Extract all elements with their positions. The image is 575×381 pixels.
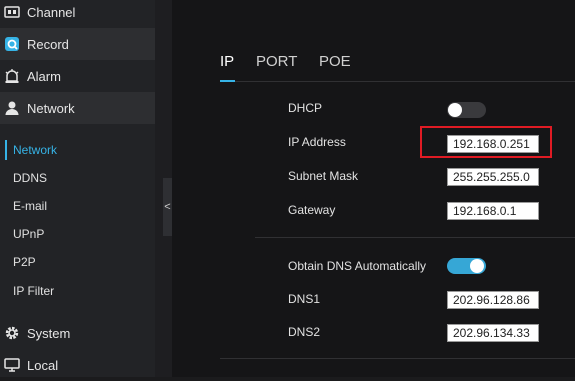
submenu-item-ip-filter[interactable]: IP Filter (0, 278, 155, 304)
sidebar: Channel Record Alarm Network Network DDN… (0, 0, 155, 377)
menu-label-local: Local (27, 357, 59, 373)
menu-label-record: Record (27, 36, 69, 52)
menu-item-alarm[interactable]: Alarm (0, 60, 155, 92)
chevron-left-icon: < (164, 201, 171, 213)
menu-label-channel: Channel (27, 4, 76, 20)
collapse-sidebar-button[interactable]: < (163, 178, 172, 236)
menu-item-system[interactable]: System (0, 317, 155, 349)
tab-poe[interactable]: POE (319, 53, 351, 70)
submenu-item-p2p[interactable]: P2P (0, 249, 155, 275)
menu-item-network[interactable]: Network (0, 92, 155, 124)
obtain-dns-label: Obtain DNS Automatically (288, 259, 427, 273)
dns1-field[interactable]: 202.96.128.86 (447, 291, 539, 309)
dhcp-toggle[interactable] (447, 102, 486, 118)
record-icon (4, 36, 20, 52)
submenu-item-upnp[interactable]: UPnP (0, 221, 155, 247)
alarm-icon (4, 68, 20, 84)
channel-icon (4, 4, 20, 20)
gateway-label: Gateway (288, 203, 336, 217)
ip-address-label: IP Address (288, 135, 346, 149)
submenu-item-network[interactable]: Network (0, 137, 155, 163)
dhcp-label: DHCP (288, 101, 323, 115)
obtain-dns-toggle[interactable] (447, 258, 486, 274)
menu-label-network: Network (27, 100, 75, 116)
toggle-knob (448, 103, 462, 117)
dns1-label: DNS1 (288, 292, 321, 306)
dns2-label: DNS2 (288, 325, 321, 339)
tab-port[interactable]: PORT (256, 53, 297, 70)
section-divider (220, 358, 575, 359)
subnet-mask-field[interactable]: 255.255.255.0 (447, 168, 539, 186)
menu-item-channel[interactable]: Channel (0, 0, 155, 28)
menu-label-alarm: Alarm (27, 68, 61, 84)
submenu-item-ddns[interactable]: DDNS (0, 165, 155, 191)
highlight-box (420, 126, 552, 158)
gateway-field[interactable]: 192.168.0.1 (447, 202, 539, 220)
tabs-divider (220, 81, 575, 82)
menu-label-system: System (27, 325, 71, 341)
active-tab-indicator (220, 80, 235, 82)
monitor-icon (4, 357, 20, 373)
network-icon (4, 100, 20, 116)
menu-item-local[interactable]: Local (0, 349, 155, 381)
dns2-field[interactable]: 202.96.134.33 (447, 324, 539, 342)
tab-ip[interactable]: IP (220, 53, 234, 70)
gear-icon (4, 325, 20, 341)
submenu-item-email[interactable]: E-mail (0, 193, 155, 219)
toggle-knob (470, 259, 484, 273)
section-divider (255, 237, 575, 238)
subnet-mask-label: Subnet Mask (288, 169, 359, 183)
menu-item-record[interactable]: Record (0, 28, 155, 60)
